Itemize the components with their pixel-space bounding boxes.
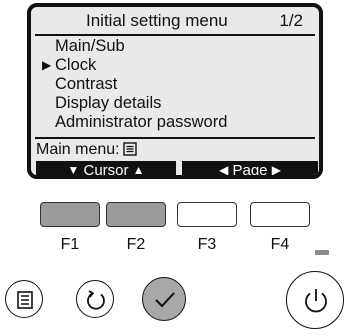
f2-label: F2 [126, 236, 146, 253]
f2-button[interactable] [106, 202, 166, 227]
f4-label: F4 [270, 236, 290, 253]
menu-item-label: Clock [55, 56, 97, 74]
main-menu-label: Main menu: [36, 141, 120, 158]
softkey-page: ◀ Page ▶ [182, 161, 318, 179]
menu-item-label: Contrast [55, 75, 118, 93]
triangle-right-icon: ▶ [271, 163, 281, 177]
operation-led [315, 250, 329, 255]
softkey-page-label: Page [232, 162, 268, 179]
menu-item-main-sub[interactable]: Main/Sub [39, 37, 227, 56]
triangle-down-icon: ▼ [67, 163, 80, 177]
footer-divider [35, 137, 315, 139]
menu-item-clock[interactable]: ▶ Clock [39, 56, 227, 75]
menu-button[interactable] [5, 280, 43, 318]
triangle-up-icon: ▲ [132, 163, 145, 177]
menu-item-display-details[interactable]: Display details [39, 94, 227, 113]
cursor-arrow-icon: ▶ [42, 58, 52, 72]
f4-button[interactable] [250, 202, 310, 227]
screen-header: Initial setting menu 1/2 [31, 11, 319, 33]
main-menu-hint: Main menu: [36, 141, 137, 161]
settings-menu-list: Main/Sub ▶ Clock Contrast Display detail… [39, 37, 227, 132]
select-button[interactable] [142, 277, 186, 321]
return-button[interactable] [76, 280, 114, 318]
triangle-left-icon: ◀ [219, 163, 229, 177]
f1-button[interactable] [40, 202, 100, 227]
menu-item-label: Display details [55, 94, 162, 112]
menu-item-label: Administrator password [55, 113, 228, 131]
f1-label: F1 [60, 236, 80, 253]
page-indicator: 1/2 [279, 11, 303, 30]
screen-title: Initial setting menu [86, 11, 228, 30]
menu-item-contrast[interactable]: Contrast [39, 75, 227, 94]
menu-icon [122, 142, 137, 161]
f3-button[interactable] [177, 202, 237, 227]
softkey-cursor-label: Cursor [83, 162, 129, 179]
power-button[interactable] [286, 271, 344, 329]
lcd-screen: Initial setting menu 1/2 Main/Sub ▶ Cloc… [27, 3, 323, 179]
menu-item-administrator-password[interactable]: Administrator password [39, 113, 227, 132]
header-divider [35, 34, 315, 36]
f3-label: F3 [197, 236, 217, 253]
menu-item-label: Main/Sub [55, 37, 125, 55]
softkey-cursor: ▼ Cursor ▲ [36, 161, 176, 179]
